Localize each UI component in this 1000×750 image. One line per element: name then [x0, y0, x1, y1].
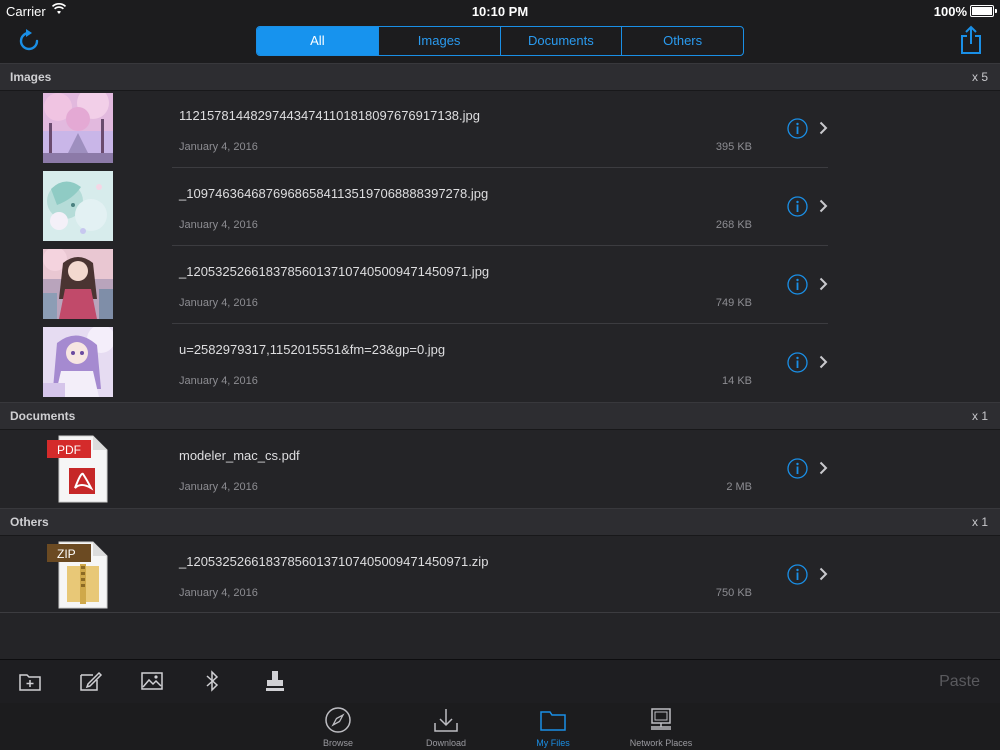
file-date: January 4, 2016 — [179, 375, 258, 387]
section-title: Images — [10, 70, 52, 84]
chevron-right-icon[interactable] — [819, 199, 828, 213]
stamp-icon[interactable] — [263, 670, 287, 692]
image-thumbnail — [43, 249, 113, 319]
tab-browse[interactable]: Browse — [293, 706, 383, 748]
share-icon[interactable] — [958, 25, 984, 55]
chevron-right-icon[interactable] — [819, 277, 828, 291]
info-icon[interactable] — [787, 352, 808, 373]
pdf-badge-text: PDF — [57, 443, 81, 457]
filter-segmented-control: All Images Documents Others — [256, 26, 744, 56]
tab-label: Network Places — [629, 738, 693, 748]
file-size: 395 KB — [715, 141, 752, 153]
info-icon[interactable] — [787, 458, 808, 479]
file-name: 112157814482974434741101818097676917138.… — [179, 108, 480, 123]
file-name: _120532526618378560137107405009471450971… — [179, 554, 489, 569]
tab-label: Browse — [322, 738, 353, 748]
section-header-others: Others x 1 — [0, 508, 1000, 536]
file-date: January 4, 2016 — [179, 481, 258, 493]
info-icon[interactable] — [787, 274, 808, 295]
download-icon — [434, 709, 458, 732]
list-bottom-divider — [0, 612, 1000, 613]
file-size: 268 KB — [715, 219, 752, 231]
image-thumbnail — [43, 327, 113, 397]
file-name: u=2582979317,1152015551&fm=23&gp=0.jpg — [179, 342, 446, 357]
tab-download[interactable]: Download — [401, 706, 491, 748]
tab-label: My Files — [536, 738, 570, 748]
chevron-right-icon[interactable] — [819, 355, 828, 369]
segment-others[interactable]: Others — [621, 27, 743, 55]
bluetooth-icon[interactable] — [200, 670, 224, 692]
clock: 10:10 PM — [471, 4, 529, 19]
navigation-bar: All Images Documents Others — [0, 22, 1000, 64]
tab-network-places[interactable]: Network Places — [616, 706, 706, 748]
image-thumbnail — [43, 93, 113, 163]
file-row[interactable]: _120532526618378560137107405009471450971… — [0, 246, 1000, 324]
info-icon[interactable] — [787, 118, 808, 139]
file-row[interactable]: ZIP _12053252661837856013710740500947145… — [0, 536, 1000, 614]
section-header-images: Images x 5 — [0, 63, 1000, 91]
segment-documents[interactable]: Documents — [499, 27, 622, 55]
paste-button[interactable]: Paste — [939, 673, 980, 691]
action-toolbar: Paste — [0, 659, 1000, 704]
file-date: January 4, 2016 — [179, 587, 258, 599]
chevron-right-icon[interactable] — [819, 567, 828, 581]
file-row[interactable]: u=2582979317,1152015551&fm=23&gp=0.jpg J… — [0, 324, 1000, 402]
file-name: modeler_mac_cs.pdf — [179, 448, 300, 463]
tab-bar: Browse Download My Files Network Places — [0, 703, 1000, 750]
file-date: January 4, 2016 — [179, 219, 258, 231]
folder-icon — [540, 711, 566, 731]
segment-images[interactable]: Images — [377, 27, 500, 55]
battery-icon — [970, 5, 997, 17]
file-name: _109746364687696865841135197068888397278… — [179, 186, 489, 201]
edit-icon[interactable] — [79, 670, 103, 692]
tab-label: Download — [425, 738, 467, 748]
file-row[interactable]: _109746364687696865841135197068888397278… — [0, 168, 1000, 246]
file-size: 14 KB — [722, 375, 752, 387]
file-size: 750 KB — [715, 587, 752, 599]
info-icon[interactable] — [787, 196, 808, 217]
section-count: x 1 — [971, 515, 988, 529]
new-folder-icon[interactable] — [18, 670, 42, 692]
segment-all[interactable]: All — [257, 27, 378, 55]
section-title: Documents — [10, 409, 76, 423]
section-title: Others — [10, 515, 49, 529]
network-icon — [651, 708, 671, 730]
section-count: x 5 — [971, 70, 988, 84]
chevron-right-icon[interactable] — [819, 121, 828, 135]
file-date: January 4, 2016 — [179, 297, 258, 309]
tab-my-files[interactable]: My Files — [508, 706, 598, 748]
refresh-icon[interactable] — [17, 28, 41, 54]
image-thumbnail — [43, 171, 113, 241]
info-icon[interactable] — [787, 564, 808, 585]
status-bar: Carrier 10:10 PM 100% — [0, 0, 1000, 22]
zip-file-icon: ZIP — [47, 541, 108, 609]
file-row[interactable]: 112157814482974434741101818097676917138.… — [0, 90, 1000, 168]
chevron-right-icon[interactable] — [819, 461, 828, 475]
file-size: 2 MB — [726, 481, 752, 493]
image-icon[interactable] — [140, 670, 164, 692]
pdf-file-icon: PDF — [47, 435, 108, 503]
file-size: 749 KB — [715, 297, 752, 309]
section-header-documents: Documents x 1 — [0, 402, 1000, 430]
zip-badge-text: ZIP — [57, 547, 76, 561]
file-name: _120532526618378560137107405009471450971… — [179, 264, 490, 279]
compass-icon — [325, 707, 351, 733]
file-date: January 4, 2016 — [179, 141, 258, 153]
battery-percentage: 100% — [933, 4, 967, 19]
file-row[interactable]: PDF modeler_mac_cs.pdf January 4, 2016 2… — [0, 430, 1000, 508]
section-count: x 1 — [971, 409, 988, 423]
